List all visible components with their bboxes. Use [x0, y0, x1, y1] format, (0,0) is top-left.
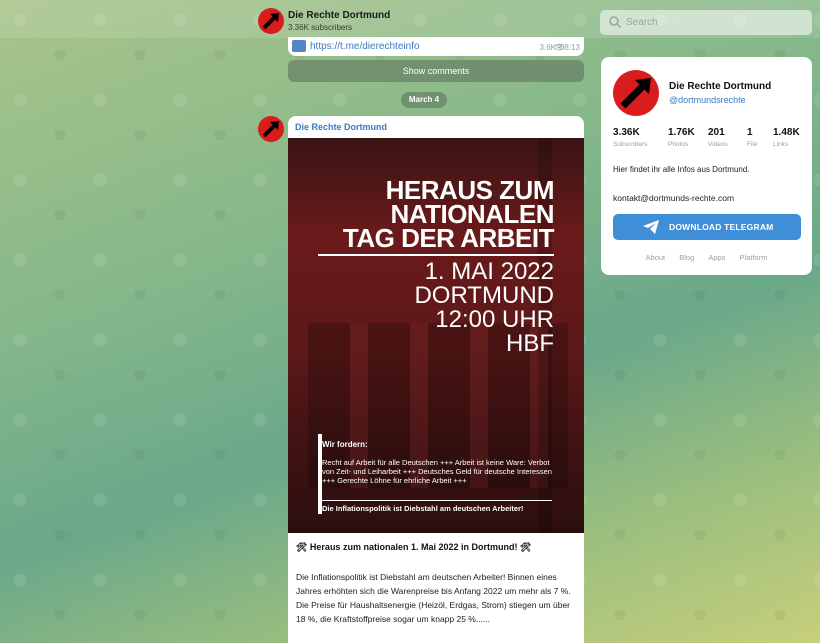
poster-footer-rule	[322, 500, 552, 501]
stat-value: 201	[708, 127, 725, 138]
search-input[interactable]: Search	[600, 10, 812, 35]
message-link[interactable]: https://t.me/dierechteinfo	[310, 41, 420, 52]
link-message: https://t.me/dierechteinfo 3.6K 👁 08:13	[288, 37, 584, 56]
stat-label: Videos	[708, 141, 728, 148]
stat-label: Subscribers	[613, 141, 648, 148]
channel-title[interactable]: Die Rechte Dortmund	[288, 10, 390, 21]
arrow-logo-icon	[262, 13, 279, 30]
card-channel-handle[interactable]: @dortmundsrechte	[669, 95, 746, 105]
card-footer-links: About Blog Apps Platform	[601, 253, 812, 262]
card-avatar	[613, 70, 659, 116]
date-separator: March 4	[401, 92, 447, 108]
stat-value: 1	[747, 127, 753, 138]
poster-date: 1. MAI 2022	[424, 258, 554, 285]
stat-files[interactable]: 1 File	[747, 127, 757, 148]
stat-label: File	[747, 141, 758, 148]
platform-link[interactable]: Platform	[740, 253, 768, 262]
subscriber-count: 3.36K subscribers	[288, 23, 353, 32]
poster-city: DORTMUND	[414, 282, 554, 309]
channel-post: Die Rechte Dortmund HERAUS ZUM NATIONALE…	[288, 116, 584, 643]
arrow-logo-icon	[262, 121, 279, 138]
post-body-text: Die Inflationspolitik ist Diebstahl am d…	[296, 572, 571, 624]
stat-value: 1.48K	[773, 127, 800, 138]
about-link[interactable]: About	[646, 253, 666, 262]
search-placeholder: Search	[626, 17, 658, 28]
arrow-logo-icon	[620, 78, 651, 109]
search-icon	[609, 16, 622, 29]
link-preview-icon	[292, 40, 306, 52]
poster-divider	[318, 254, 554, 256]
download-telegram-button[interactable]: DOWNLOAD TELEGRAM	[613, 214, 801, 240]
stat-videos[interactable]: 201 Videos	[708, 127, 728, 148]
channel-email[interactable]: kontakt@dortmunds-rechte.com	[613, 193, 734, 203]
stat-value: 3.36K	[613, 127, 640, 138]
blog-link[interactable]: Blog	[679, 253, 694, 262]
stat-subscribers: 3.36K Subscribers	[613, 127, 647, 148]
poster-demands-title: Wir fordern:	[322, 440, 368, 449]
poster-place: HBF	[506, 330, 554, 357]
post-headline: 🛠 Heraus zum nationalen 1. Mai 2022 in D…	[296, 542, 532, 552]
channel-info-card: Die Rechte Dortmund @dortmundsrechte 3.3…	[601, 57, 812, 275]
poster-demands-footer: Die Inflationspolitik ist Diebstahl am d…	[322, 504, 524, 513]
stat-value: 1.76K	[668, 127, 695, 138]
show-comments-button[interactable]: Show comments	[288, 60, 584, 82]
telegram-plane-icon	[643, 220, 659, 234]
stat-label: Photos	[668, 141, 689, 148]
stat-label: Links	[773, 141, 789, 148]
poster-demands-body: Recht auf Arbeit für alle Deutschen +++ …	[322, 458, 552, 485]
download-label: DOWNLOAD TELEGRAM	[669, 222, 774, 232]
message-time: 08:13	[559, 43, 580, 52]
card-channel-name: Die Rechte Dortmund	[669, 81, 772, 92]
channel-description: Hier findet ihr alle Infos aus Dortmund.	[613, 165, 750, 174]
apps-link[interactable]: Apps	[708, 253, 725, 262]
poster-line-3: TAG DER ARBEIT	[342, 223, 555, 253]
post-author-avatar[interactable]	[258, 116, 284, 142]
post-author[interactable]: Die Rechte Dortmund	[295, 122, 387, 132]
post-image[interactable]: HERAUS ZUM NATIONALEN TAG DER ARBEIT 1. …	[288, 138, 584, 533]
channel-avatar[interactable]	[258, 8, 284, 34]
chat-header: Die Rechte Dortmund 3.36K subscribers Se…	[0, 0, 820, 38]
stat-photos[interactable]: 1.76K Photos	[668, 127, 695, 148]
stat-links[interactable]: 1.48K Links	[773, 127, 800, 148]
poster-time: 12:00 UHR	[435, 306, 554, 333]
